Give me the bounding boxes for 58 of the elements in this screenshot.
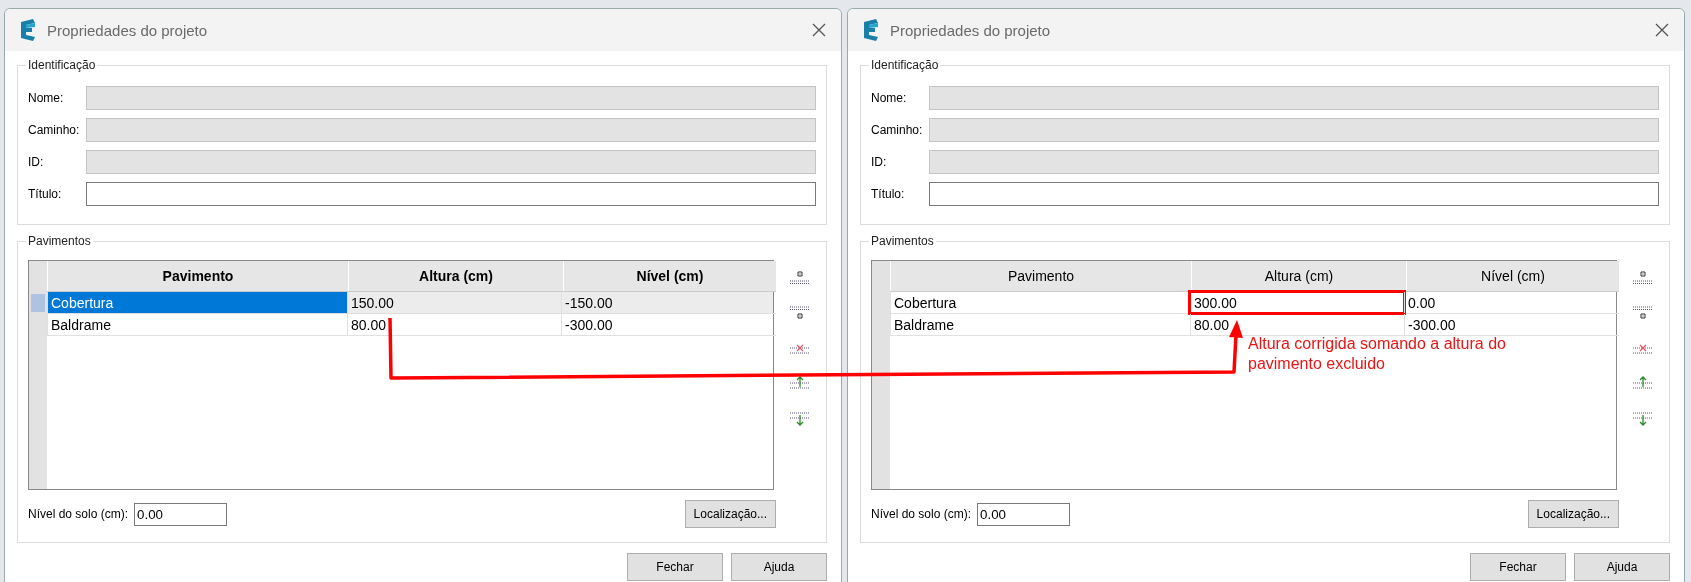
insert-row-above-icon[interactable] xyxy=(1633,268,1653,284)
delete-row-icon[interactable] xyxy=(790,344,810,354)
column-header[interactable]: Pavimento xyxy=(47,261,348,291)
table-cell: Cobertura xyxy=(890,292,1190,313)
table-cell: -300.00 xyxy=(1404,314,1616,335)
group-legend: Identificação xyxy=(26,58,98,72)
dialog-button[interactable]: Fechar xyxy=(627,553,723,581)
dialog-button[interactable]: Ajuda xyxy=(731,553,827,581)
field-label: ID: xyxy=(28,155,45,169)
field-label: Nome: xyxy=(28,91,65,105)
field-label: Título: xyxy=(871,187,906,201)
dialog-button[interactable]: Fechar xyxy=(1470,553,1566,581)
column-header[interactable]: Nível (cm) xyxy=(563,261,776,291)
location-button[interactable]: Localização... xyxy=(1527,500,1619,528)
column-header[interactable]: Altura (cm) xyxy=(348,261,563,291)
move-down-icon[interactable] xyxy=(1633,412,1653,426)
table-cell: 150.00 xyxy=(347,292,561,313)
field-label: Nível do solo (cm): xyxy=(871,507,972,521)
app-logo-icon xyxy=(19,19,37,41)
move-up-icon[interactable] xyxy=(1633,376,1653,390)
table-cell: Cobertura xyxy=(47,292,347,313)
table-cell: 80.00 xyxy=(347,314,561,335)
group-legend: Pavimentos xyxy=(869,234,936,248)
delete-row-icon[interactable] xyxy=(1633,344,1653,354)
insert-row-below-icon[interactable] xyxy=(1633,306,1653,322)
window-title: Propriedades do projeto xyxy=(890,21,1052,39)
ground-level-field[interactable]: 0.00 xyxy=(134,502,228,526)
table-cell: 0.00 xyxy=(1404,292,1616,313)
field-label: Nome: xyxy=(871,91,908,105)
location-button[interactable]: Localização... xyxy=(684,500,776,528)
table-cell: -150.00 xyxy=(561,292,773,313)
column-header[interactable]: Altura (cm) xyxy=(1191,261,1406,291)
window-title: Propriedades do projeto xyxy=(47,21,209,39)
app-logo-icon xyxy=(862,19,880,41)
table-cell: Baldrame xyxy=(890,314,1190,335)
close-icon[interactable] xyxy=(1654,22,1670,38)
group-legend: Identificação xyxy=(869,58,941,72)
move-up-icon[interactable] xyxy=(790,376,810,390)
field-label: Caminho: xyxy=(28,123,81,137)
field-label: Caminho: xyxy=(871,123,924,137)
table-cell: 300.00 xyxy=(1190,292,1404,313)
text-field[interactable] xyxy=(86,182,816,206)
dialog-button[interactable]: Ajuda xyxy=(1574,553,1670,581)
ground-level-field[interactable]: 0.00 xyxy=(977,502,1071,526)
field-label: Nível do solo (cm): xyxy=(28,507,129,521)
move-down-icon[interactable] xyxy=(790,412,810,426)
table-cell: -300.00 xyxy=(561,314,773,335)
group-legend: Pavimentos xyxy=(26,234,93,248)
close-icon[interactable] xyxy=(811,22,827,38)
column-header[interactable]: Pavimento xyxy=(890,261,1191,291)
insert-row-above-icon[interactable] xyxy=(790,268,810,284)
table-cell: Baldrame xyxy=(47,314,347,335)
field-label: Título: xyxy=(28,187,63,201)
column-header[interactable]: Nível (cm) xyxy=(1406,261,1619,291)
field-label: ID: xyxy=(871,155,888,169)
annotation-note: Altura corrigida somando a altura do pavimento excluido xyxy=(1248,334,1507,374)
insert-row-below-icon[interactable] xyxy=(790,306,810,322)
text-field[interactable] xyxy=(929,182,1659,206)
